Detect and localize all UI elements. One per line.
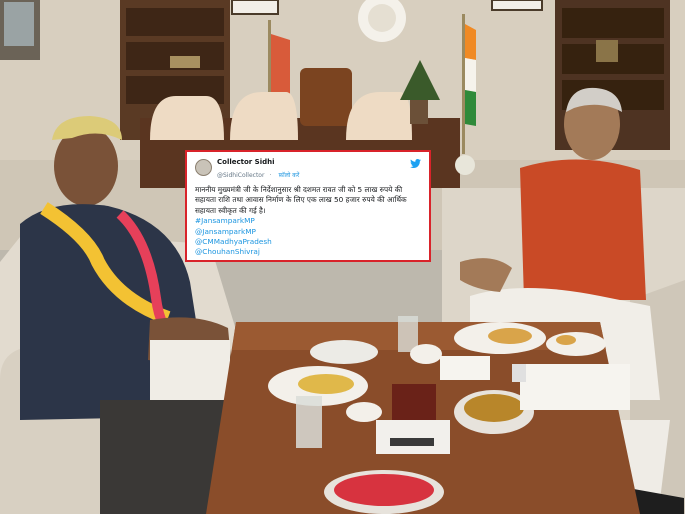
twitter-bird-icon[interactable] bbox=[410, 159, 421, 168]
mention-link[interactable]: @CMMadhyaPradesh bbox=[195, 237, 421, 247]
tweet-header: Collector Sidhi @SidhiCollector · फ़ॉलो … bbox=[195, 158, 421, 180]
account-handle[interactable]: @SidhiCollector bbox=[217, 172, 264, 179]
mention-link[interactable]: @ChouhanShivraj bbox=[195, 247, 421, 257]
avatar[interactable] bbox=[195, 159, 212, 176]
account-name[interactable]: Collector Sidhi bbox=[217, 158, 299, 167]
mention-link[interactable]: @JansamparkMP bbox=[195, 227, 421, 237]
hashtag-link[interactable]: #JansamparkMP bbox=[195, 216, 421, 226]
follow-button[interactable]: फ़ॉलो करें bbox=[279, 172, 300, 179]
tweet-links: #JansamparkMP @JansamparkMP @CMMadhyaPra… bbox=[195, 216, 421, 257]
tweet-author: Collector Sidhi @SidhiCollector · फ़ॉलो … bbox=[217, 158, 299, 180]
tweet-card: Collector Sidhi @SidhiCollector · फ़ॉलो … bbox=[185, 150, 431, 262]
tweet-text: माननीय मुख्यमंत्री जी के निर्देशानुसार श… bbox=[195, 185, 407, 215]
separator-dot: · bbox=[269, 172, 272, 179]
